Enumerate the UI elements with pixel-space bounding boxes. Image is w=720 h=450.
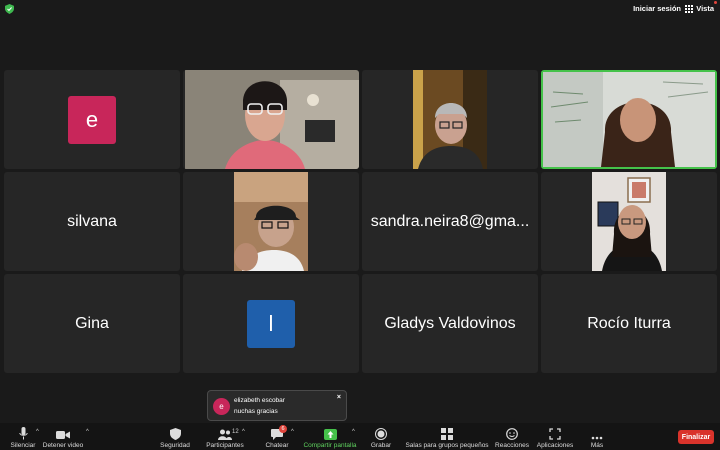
avatar: l [247,299,295,348]
gallery-view: e silvana sandra.neira8@gma... Gina l Gl… [4,70,717,374]
view-button[interactable]: Vista [685,4,714,13]
participant-tile[interactable]: silvana [4,172,180,271]
participant-video [413,70,487,169]
stop-video-button[interactable]: Detener video [34,423,92,450]
participant-name: silvana [67,212,117,230]
chat-unread-badge: 6 [279,425,287,433]
share-screen-label: Compartir pantalla [303,442,357,449]
grid-icon [685,4,694,13]
record-label: Grabar [370,442,392,449]
shield-icon [169,428,181,440]
participant-tile[interactable]: l [183,274,359,373]
participant-tile[interactable]: Rocío Iturra [541,274,717,373]
participant-name: Gladys Valdovinos [384,314,516,332]
participants-icon [218,429,232,440]
chevron-up-icon[interactable]: ^ [291,429,294,435]
sign-in-link[interactable]: Iniciar sesión [633,4,681,13]
participants-button[interactable]: Participantes [204,423,246,450]
apps-label: Aplicaciones [536,442,574,449]
sender-name: elizabeth escobar [234,397,285,404]
chat-message: nuchas gracias [234,408,278,415]
participant-name: sandra.neira8@gma... [370,212,530,230]
participant-video [234,172,308,271]
security-label: Seguridad [160,442,190,449]
share-screen-icon [323,429,337,440]
smiley-icon [506,428,518,440]
participant-tile-active-speaker[interactable] [541,70,717,169]
participant-name: Gina [75,314,109,332]
chevron-up-icon[interactable]: ^ [242,429,245,435]
chevron-up-icon[interactable]: ^ [352,429,355,435]
participants-count: 12 [232,429,239,435]
shield-check-icon[interactable] [5,4,14,14]
chat-notification[interactable]: e elizabeth escobar nuchas gracias × [207,390,347,421]
end-meeting-button[interactable]: Finalizar [678,430,714,444]
top-bar: Iniciar sesión Vista [0,0,720,18]
record-button[interactable]: Grabar [368,423,394,450]
security-button[interactable]: Seguridad [158,423,192,450]
stop-video-label: Detener video [42,442,84,449]
apps-icon [549,428,561,440]
reactions-button[interactable]: Reacciones [494,423,530,450]
participants-label: Participantes [206,442,244,449]
view-label: Vista [696,4,714,13]
more-button[interactable]: Más [586,423,608,450]
apps-button[interactable]: Aplicaciones [535,423,575,450]
more-dots-icon [591,436,603,440]
participant-tile[interactable] [183,70,359,169]
participant-tile[interactable]: sandra.neira8@gma... [362,172,538,271]
record-icon [375,428,387,440]
close-icon[interactable]: × [337,394,341,401]
breakout-rooms-button[interactable]: Salas para grupos pequeños [404,423,490,450]
participant-tile[interactable] [541,172,717,271]
sender-avatar: e [213,398,230,415]
participant-video [185,70,359,169]
participant-tile[interactable] [183,172,359,271]
more-label: Más [590,442,604,449]
participant-tile[interactable]: Gladys Valdovinos [362,274,538,373]
meeting-toolbar: Silenciar ^ Detener video ^ Seguridad Pa… [0,423,720,450]
avatar: e [68,95,116,144]
share-screen-button[interactable]: Compartir pantalla [302,423,358,450]
mute-label: Silenciar [10,442,36,449]
reactions-label: Reacciones [495,442,529,449]
participant-name: Rocío Iturra [587,314,671,332]
participant-tile[interactable]: e [4,70,180,169]
participant-tile[interactable] [362,70,538,169]
chat-button[interactable]: Chatear [262,423,292,450]
breakout-rooms-label: Salas para grupos pequeños [405,442,489,449]
notification-dot [714,1,717,4]
chat-label: Chatear [265,442,289,449]
participant-tile[interactable]: Gina [4,274,180,373]
microphone-icon [18,427,28,440]
zoom-meeting-window: Iniciar sesión Vista e silvana sandra.ne… [0,0,720,450]
video-camera-icon [56,431,70,439]
breakout-rooms-icon [441,428,453,440]
chevron-up-icon[interactable]: ^ [86,429,89,435]
participant-video [543,72,715,167]
participant-video [592,172,666,271]
